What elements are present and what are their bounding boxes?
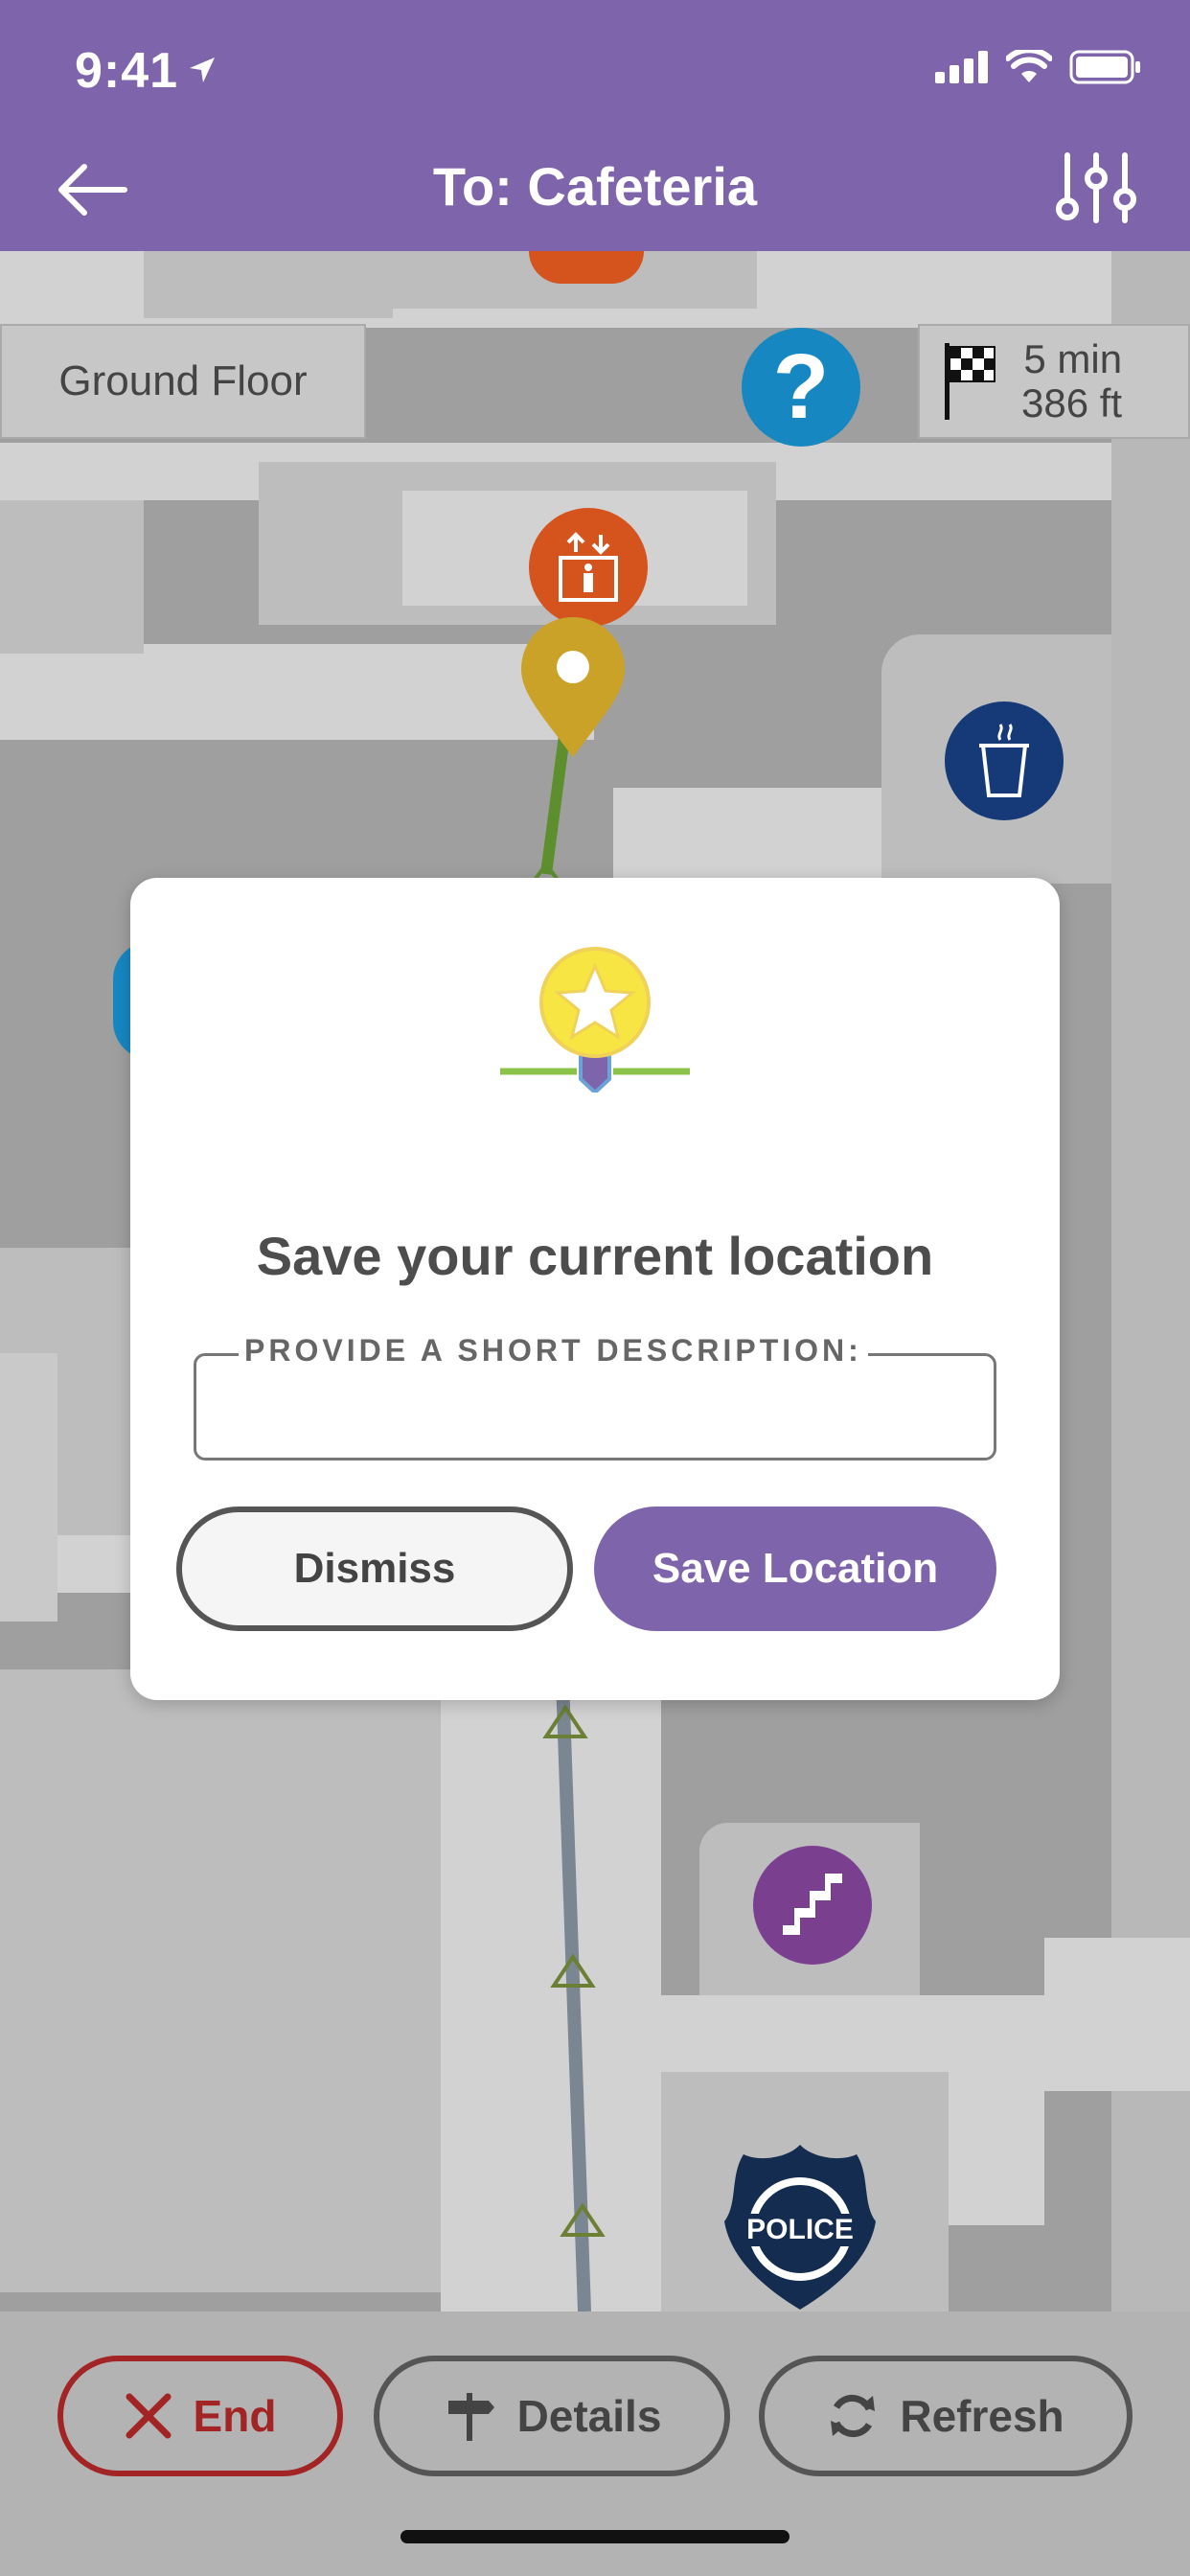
refresh-button[interactable]: Refresh bbox=[759, 2356, 1133, 2476]
battery-icon bbox=[1069, 50, 1140, 84]
nav-header: 9:41 To: Cafeteria bbox=[0, 0, 1190, 251]
close-x-icon bbox=[126, 2393, 172, 2439]
eta-panel: 5 min 386 ft bbox=[918, 324, 1190, 439]
dialog-title: Save your current location bbox=[256, 1226, 934, 1286]
eta-distance: 386 ft bbox=[1021, 380, 1123, 426]
details-label: Details bbox=[516, 2391, 662, 2441]
floor-selector[interactable]: Ground Floor bbox=[0, 324, 366, 439]
end-button[interactable]: End bbox=[57, 2356, 343, 2476]
location-arrow-icon bbox=[190, 58, 215, 82]
description-field[interactable]: PROVIDE A SHORT DESCRIPTION: bbox=[194, 1333, 996, 1460]
status-time: 9:41 bbox=[75, 43, 179, 99]
page-title: To: Cafeteria bbox=[432, 156, 758, 217]
poi-partial-icon[interactable] bbox=[529, 251, 644, 284]
dismiss-button[interactable]: Dismiss bbox=[176, 1506, 573, 1631]
save-location-dialog: Save your current location PROVIDE A SHO… bbox=[130, 878, 1060, 1700]
police-badge-icon[interactable]: POLICE bbox=[721, 2141, 880, 2312]
stairs-poi-icon[interactable] bbox=[753, 1846, 872, 1965]
filter-sliders-icon[interactable] bbox=[1056, 151, 1136, 224]
checkered-flag-icon bbox=[945, 343, 995, 420]
eta-time: 5 min bbox=[1023, 336, 1123, 381]
current-location-pin-icon[interactable] bbox=[519, 615, 627, 759]
signal-icon bbox=[935, 51, 988, 83]
police-label: POLICE bbox=[746, 2214, 854, 2245]
description-input[interactable] bbox=[196, 1356, 994, 1458]
signpost-icon bbox=[447, 2393, 494, 2441]
status-indicators bbox=[935, 50, 1142, 84]
details-button[interactable]: Details bbox=[374, 2356, 730, 2476]
elevator-poi-icon[interactable] bbox=[529, 508, 648, 627]
end-label: End bbox=[193, 2391, 277, 2441]
refresh-label: Refresh bbox=[900, 2391, 1064, 2441]
refresh-icon bbox=[831, 2394, 876, 2438]
saved-pin-star-icon bbox=[500, 947, 690, 1092]
description-field-label: PROVIDE A SHORT DESCRIPTION: bbox=[239, 1333, 868, 1368]
help-poi-icon[interactable]: ? bbox=[742, 328, 860, 447]
home-indicator[interactable] bbox=[400, 2530, 790, 2543]
wifi-icon bbox=[1006, 50, 1052, 82]
save-location-button[interactable]: Save Location bbox=[594, 1506, 996, 1631]
cafe-drink-poi-icon[interactable] bbox=[945, 702, 1064, 820]
